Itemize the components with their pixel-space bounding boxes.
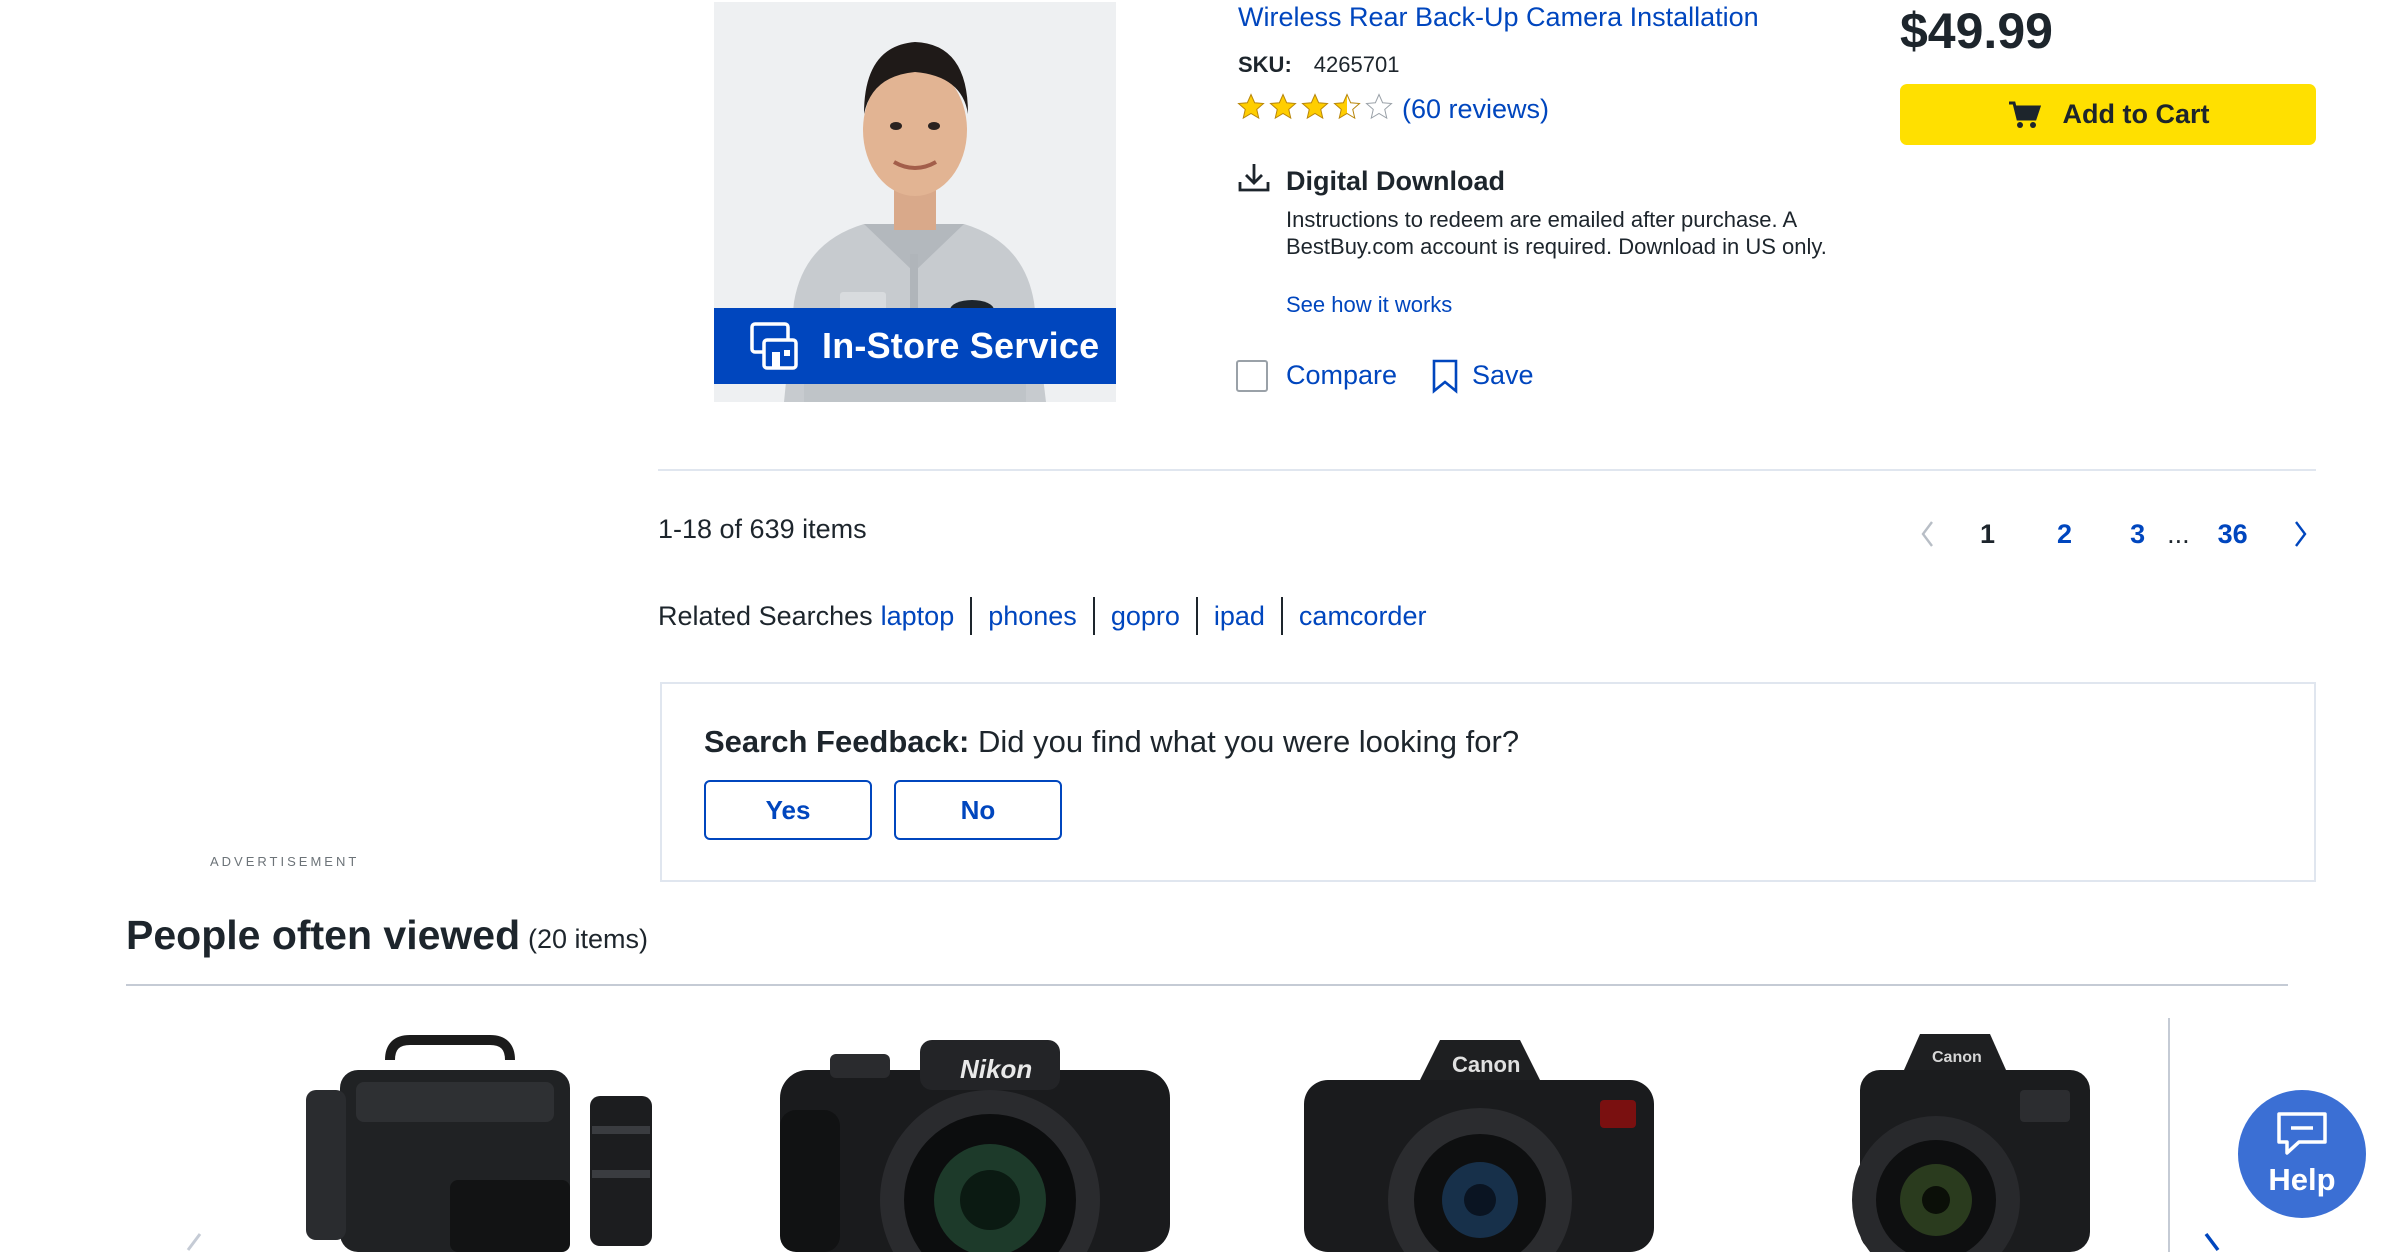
add-to-cart-button[interactable]: Add to Cart <box>1900 84 2316 145</box>
sku-label: SKU: <box>1238 52 1292 77</box>
add-to-cart-label: Add to Cart <box>2062 99 2210 129</box>
cart-icon <box>2008 101 2041 128</box>
section-divider <box>126 984 2288 986</box>
canon-5d-camera-image[interactable]: Canon <box>1840 1030 2100 1252</box>
canon-rebel-camera-image[interactable]: Canon <box>1300 1030 1660 1252</box>
product-image[interactable]: In-Store Service <box>714 2 1116 402</box>
carousel-next-icon[interactable] <box>2198 1232 2228 1252</box>
product-price: $49.99 <box>1900 3 2053 59</box>
help-chat-button[interactable]: Help <box>2238 1090 2366 1218</box>
star-empty-icon <box>1365 93 1393 120</box>
help-label: Help <box>2268 1162 2336 1197</box>
page-1[interactable]: 1 <box>1980 519 1995 550</box>
page-3[interactable]: 3 <box>2130 519 2145 550</box>
digital-download-description: Instructions to redeem are emailed after… <box>1286 207 1827 259</box>
related-link-ipad[interactable]: ipad <box>1195 597 1281 635</box>
rating-stars <box>1236 92 1394 122</box>
related-link-camcorder[interactable]: camcorder <box>1280 597 1443 635</box>
svg-text:Canon: Canon <box>1452 1052 1520 1077</box>
sku-value: 4265701 <box>1313 52 1400 77</box>
page-last[interactable]: 36 <box>2218 519 2248 550</box>
chevron-right-icon[interactable] <box>2290 518 2310 550</box>
service-badge-label: In-Store Service <box>822 325 1100 366</box>
search-feedback-panel: Search Feedback: Did you find what you w… <box>660 682 2316 882</box>
carousel-separator <box>2168 1018 2170 1252</box>
see-how-it-works-link[interactable]: See how it works <box>1286 292 1452 318</box>
star-full-icon <box>1237 93 1265 120</box>
results-divider <box>658 469 2316 471</box>
star-full-icon <box>1269 93 1297 120</box>
people-often-viewed-count: (20 items) <box>528 924 649 954</box>
download-icon <box>1238 164 1270 192</box>
people-often-viewed-title: People often viewed <box>126 912 521 958</box>
related-searches: Related Searches laptop phones gopro ipa… <box>658 596 1442 636</box>
reviews-link[interactable]: (60 reviews) <box>1402 94 1549 125</box>
svg-text:Canon: Canon <box>1932 1049 1982 1066</box>
compare-label[interactable]: Compare <box>1286 360 1397 391</box>
result-count: 1-18 of 639 items <box>658 514 867 544</box>
feedback-question: Search Feedback: Did you find what you w… <box>704 724 1519 760</box>
related-link-gopro[interactable]: gopro <box>1092 597 1196 635</box>
nikon-camera-image[interactable]: Nikon <box>770 1030 1180 1252</box>
digital-download-title: Digital Download <box>1286 166 1505 196</box>
compare-checkbox[interactable] <box>1236 360 1268 392</box>
feedback-question-text: Did you find what you were looking for? <box>977 724 1520 759</box>
pagination-ellipsis: ... <box>2167 518 2190 549</box>
feedback-no-button[interactable]: No <box>894 780 1062 840</box>
save-label[interactable]: Save <box>1472 360 1534 391</box>
camera-bundle-image[interactable] <box>300 1030 670 1252</box>
chevron-left-icon[interactable] <box>1918 518 1938 550</box>
store-service-icon <box>748 320 800 372</box>
related-searches-title: Related Searches <box>658 600 873 631</box>
star-full-icon <box>1301 93 1329 120</box>
advertisement-label: ADVERTISEMENT <box>210 854 360 869</box>
chat-bubble-icon <box>2277 1112 2327 1155</box>
pagination: 1 2 3 ... 36 <box>1918 514 2310 554</box>
in-store-service-banner: In-Store Service <box>714 308 1116 384</box>
page-2[interactable]: 2 <box>2057 519 2072 550</box>
feedback-label: Search Feedback: <box>704 724 970 759</box>
bookmark-icon[interactable] <box>1430 358 1460 394</box>
product-title-link[interactable]: Wireless Rear Back-Up Camera Installatio… <box>1238 2 1759 33</box>
related-link-phones[interactable]: phones <box>970 597 1093 635</box>
svg-text:Nikon: Nikon <box>960 1054 1032 1084</box>
star-half-icon <box>1333 93 1361 120</box>
carousel-prev-icon[interactable] <box>178 1232 208 1252</box>
related-link-laptop[interactable]: laptop <box>881 597 971 635</box>
sku-row: SKU: 4265701 <box>1238 52 1399 78</box>
feedback-yes-button[interactable]: Yes <box>704 780 872 840</box>
